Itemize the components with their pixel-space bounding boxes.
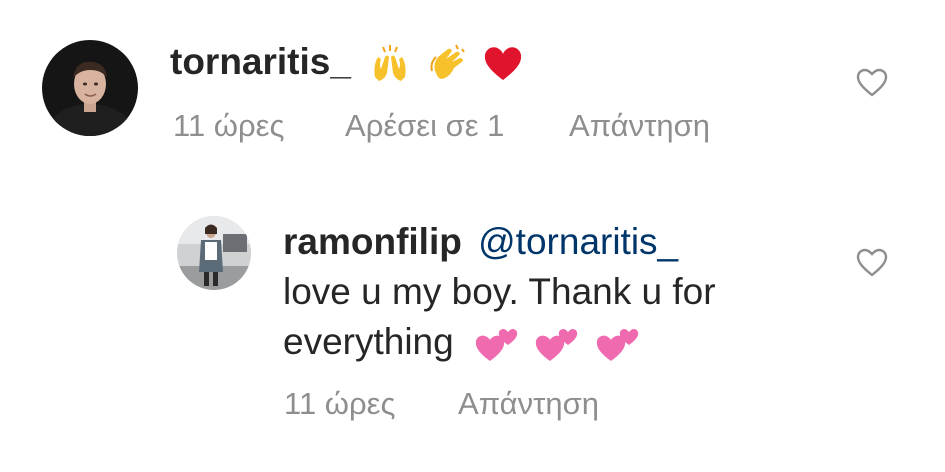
reply-timestamp[interactable]: 11 ώρες [284, 386, 395, 422]
red-heart-emoji [482, 43, 524, 85]
avatar[interactable] [177, 216, 251, 290]
raising-hands-emoji [369, 43, 411, 85]
comment-username[interactable]: tornaritis_ [170, 41, 351, 82]
reply-text-line-2: everything [283, 320, 641, 365]
like-heart-icon[interactable] [856, 68, 888, 98]
reply-text-word: everything [283, 321, 454, 362]
clapping-hands-emoji [426, 43, 468, 85]
comment-body: tornaritis_ [170, 40, 524, 85]
reply-button[interactable]: Απάντηση [458, 386, 599, 422]
two-hearts-emoji [474, 323, 520, 365]
reply-text-line-1: love u my boy. Thank u for [283, 271, 716, 312]
mention-link[interactable]: @tornaritis_ [478, 221, 678, 262]
reply-meta: 11 ώρες Απάντηση [284, 386, 599, 422]
comment-timestamp[interactable]: 11 ώρες [173, 108, 284, 144]
two-hearts-emoji [534, 323, 580, 365]
avatar[interactable] [42, 40, 138, 136]
reply-button[interactable]: Απάντηση [569, 108, 710, 144]
like-heart-icon[interactable] [856, 248, 888, 278]
reply-header: ramonfilip @tornaritis_ [283, 220, 678, 264]
comment-likes-count[interactable]: Αρέσει σε 1 [345, 108, 504, 144]
comment-meta: 11 ώρες Αρέσει σε 1 Απάντηση [173, 108, 710, 144]
reply-username[interactable]: ramonfilip [283, 221, 462, 262]
two-hearts-emoji [595, 323, 641, 365]
